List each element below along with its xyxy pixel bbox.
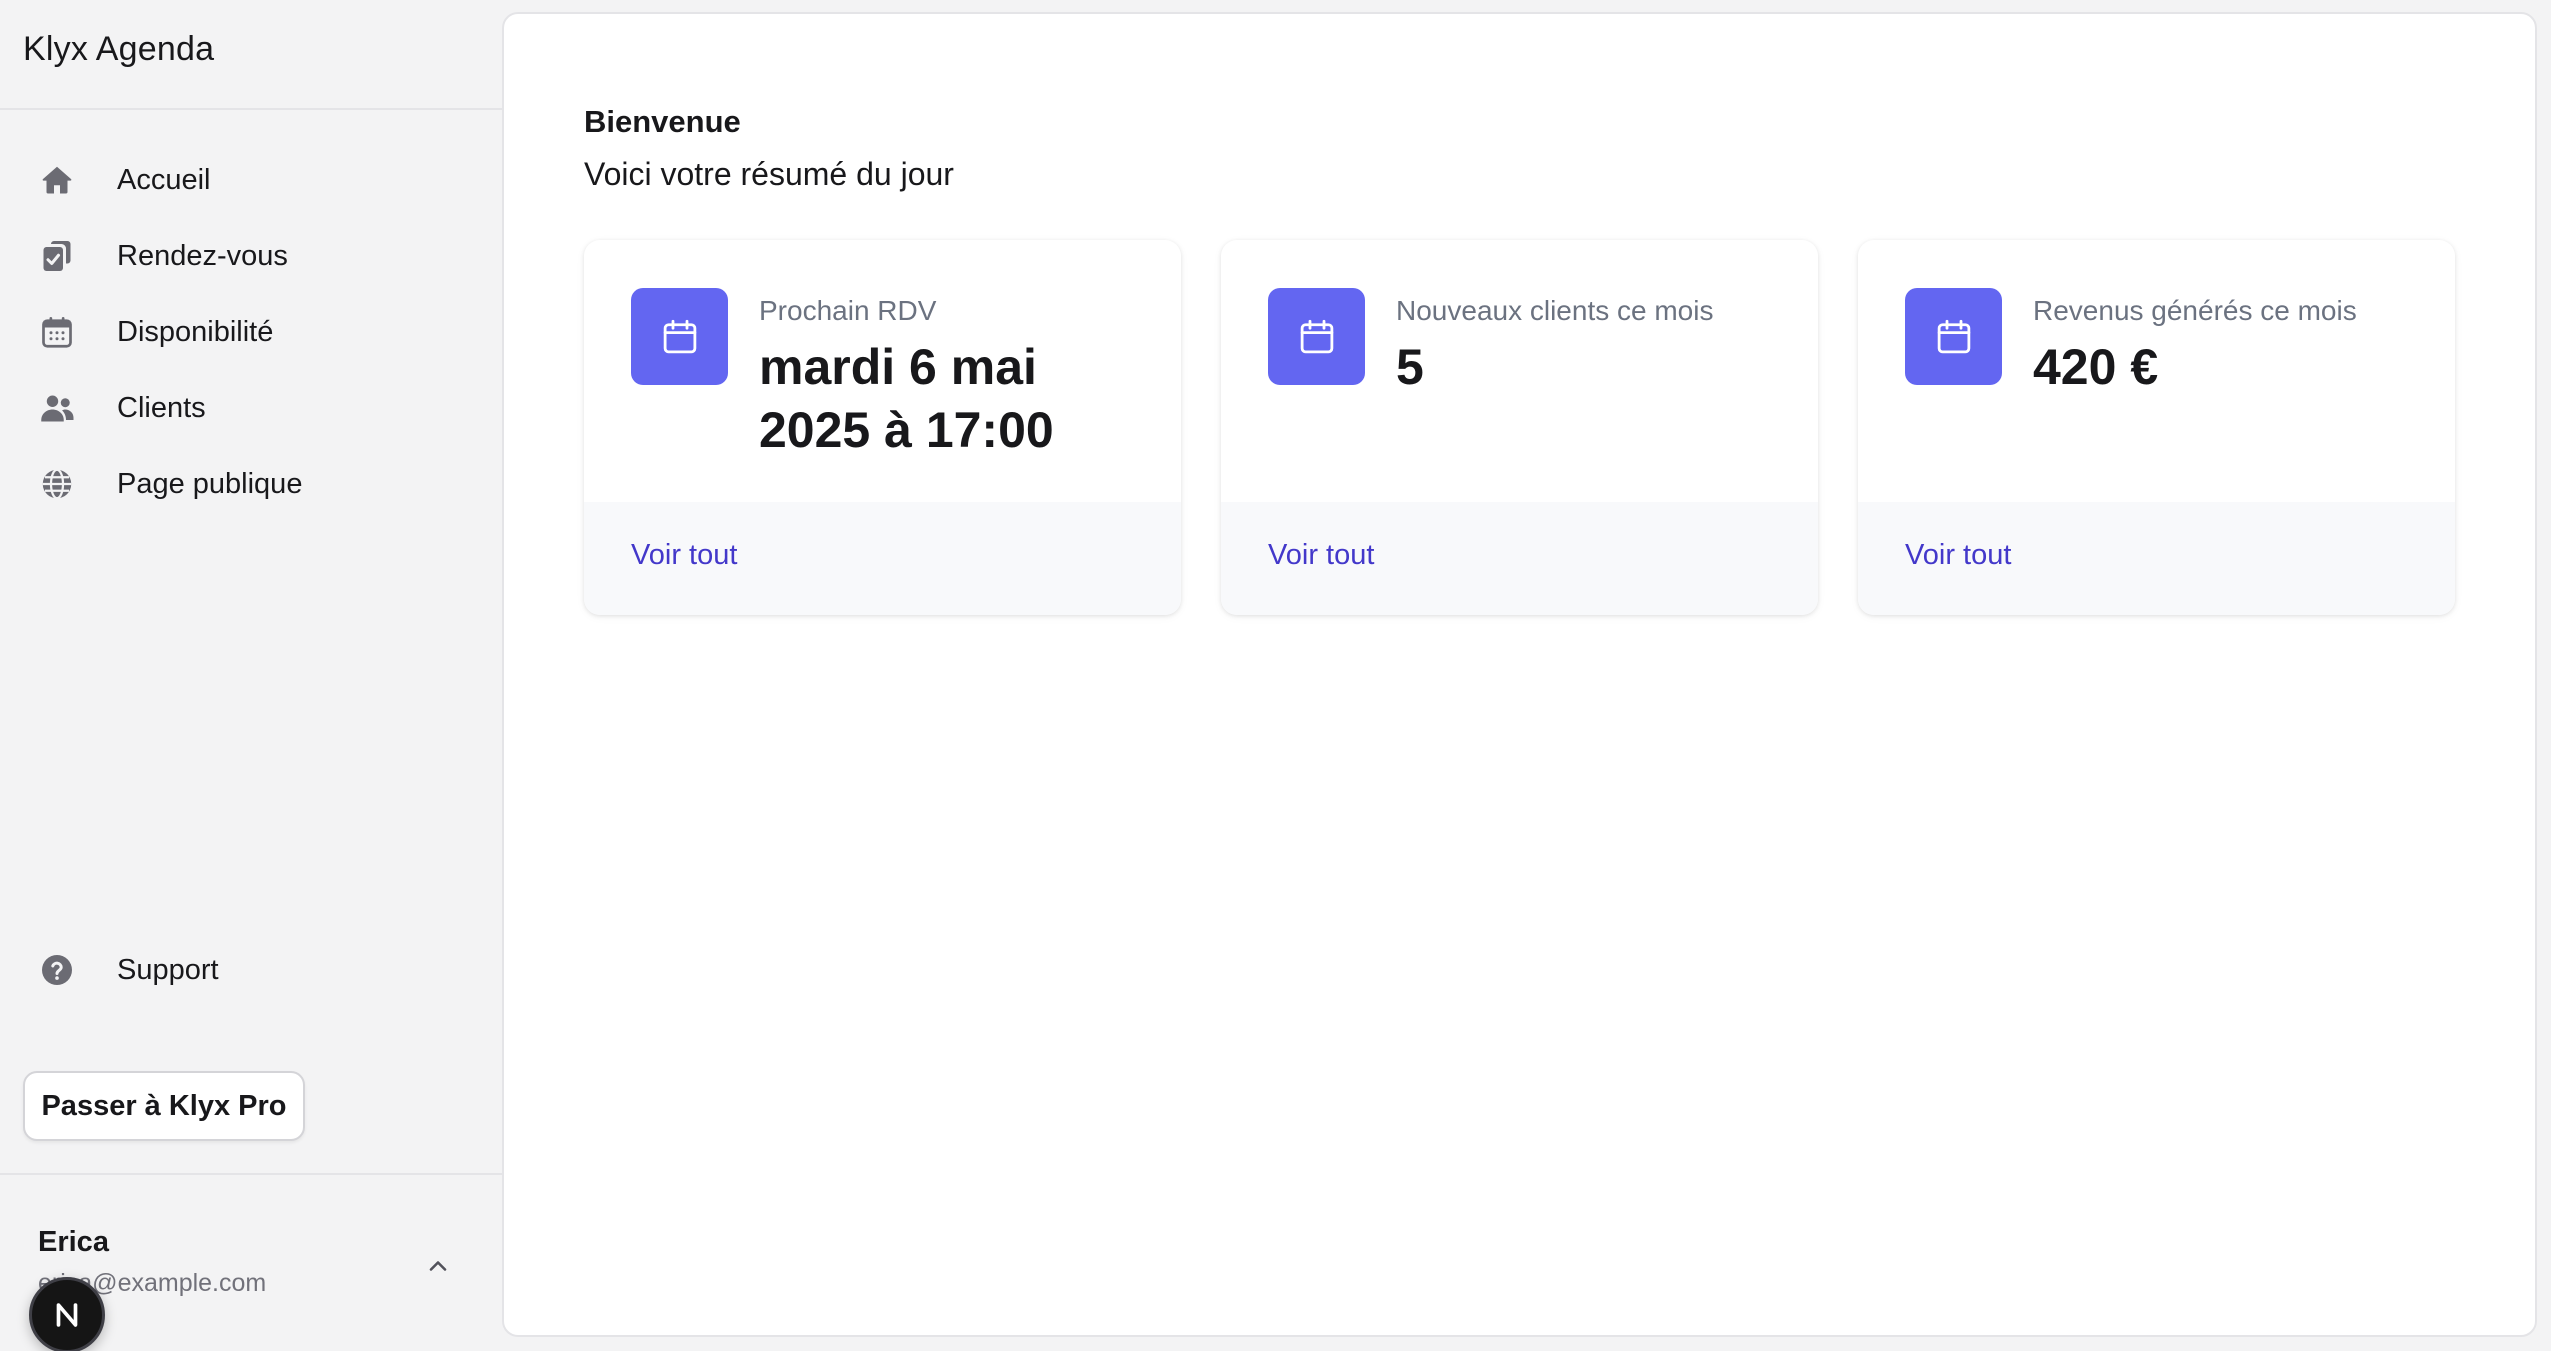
sidebar-item-disponibilite[interactable]: Disponibilité bbox=[24, 302, 480, 362]
view-all-link[interactable]: Voir tout bbox=[631, 539, 737, 572]
sidebar-item-clients[interactable]: Clients bbox=[24, 378, 480, 438]
view-all-link[interactable]: Voir tout bbox=[1268, 539, 1374, 572]
sidebar-item-label: Disponibilité bbox=[117, 315, 274, 348]
card-value: mardi 6 mai 2025 à 17:00 bbox=[759, 339, 1054, 458]
user-menu[interactable]: Erica erica@example.com bbox=[0, 1176, 502, 1351]
sidebar-item-label: Support bbox=[117, 953, 219, 986]
card-label: Nouveaux clients ce mois bbox=[1396, 295, 1714, 326]
calendar-check-icon bbox=[38, 237, 76, 275]
sidebar: Klyx Agenda Accueil Rendez-vous Disponib… bbox=[0, 0, 502, 1351]
app-window: Klyx Agenda Accueil Rendez-vous Disponib… bbox=[0, 0, 2551, 1351]
sidebar-item-label: Rendez-vous bbox=[117, 239, 288, 272]
sidebar-item-label: Accueil bbox=[117, 163, 211, 196]
chevron-up-icon bbox=[429, 1261, 447, 1271]
calendar-icon bbox=[1268, 288, 1365, 385]
view-all-link[interactable]: Voir tout bbox=[1905, 539, 2011, 572]
stat-card-revenue: Revenus générés ce mois 420 € Voir tout bbox=[1858, 240, 2455, 615]
sidebar-item-rendez-vous[interactable]: Rendez-vous bbox=[24, 226, 480, 286]
calendar-icon bbox=[1905, 288, 2002, 385]
sidebar-item-accueil[interactable]: Accueil bbox=[24, 150, 480, 210]
users-icon bbox=[38, 389, 76, 427]
sidebar-item-support[interactable]: Support bbox=[24, 940, 480, 1000]
page-subtitle: Voici votre résumé du jour bbox=[584, 156, 954, 192]
sidebar-divider bbox=[0, 1173, 502, 1175]
user-name: Erica bbox=[38, 1226, 109, 1258]
stat-card-next-appointment: Prochain RDV mardi 6 mai 2025 à 17:00 Vo… bbox=[584, 240, 1181, 615]
main-panel: Bienvenue Voici votre résumé du jour Pro… bbox=[502, 12, 2537, 1337]
card-value: 5 bbox=[1396, 339, 1424, 395]
sidebar-item-label: Clients bbox=[117, 391, 206, 424]
card-label: Prochain RDV bbox=[759, 295, 937, 326]
app-title: Klyx Agenda bbox=[23, 30, 215, 68]
sidebar-item-page-publique[interactable]: Page publique bbox=[24, 454, 480, 514]
card-footer: Voir tout bbox=[1858, 502, 2455, 615]
question-icon bbox=[38, 951, 76, 989]
upgrade-pro-button[interactable]: Passer à Klyx Pro bbox=[23, 1071, 305, 1141]
calendar-icon bbox=[631, 288, 728, 385]
home-icon bbox=[38, 161, 76, 199]
card-label: Revenus générés ce mois bbox=[2033, 295, 2357, 326]
avatar[interactable] bbox=[29, 1277, 105, 1351]
card-value: 420 € bbox=[2033, 339, 2159, 395]
card-footer: Voir tout bbox=[1221, 502, 1818, 615]
card-footer: Voir tout bbox=[584, 502, 1181, 615]
calendar-grid-icon bbox=[38, 313, 76, 351]
n-logo-icon bbox=[56, 1303, 78, 1327]
stat-card-new-clients: Nouveaux clients ce mois 5 Voir tout bbox=[1221, 240, 1818, 615]
sidebar-item-label: Page publique bbox=[117, 467, 303, 500]
globe-icon bbox=[38, 465, 76, 503]
page-title: Bienvenue bbox=[584, 104, 741, 139]
sidebar-divider bbox=[0, 108, 502, 110]
